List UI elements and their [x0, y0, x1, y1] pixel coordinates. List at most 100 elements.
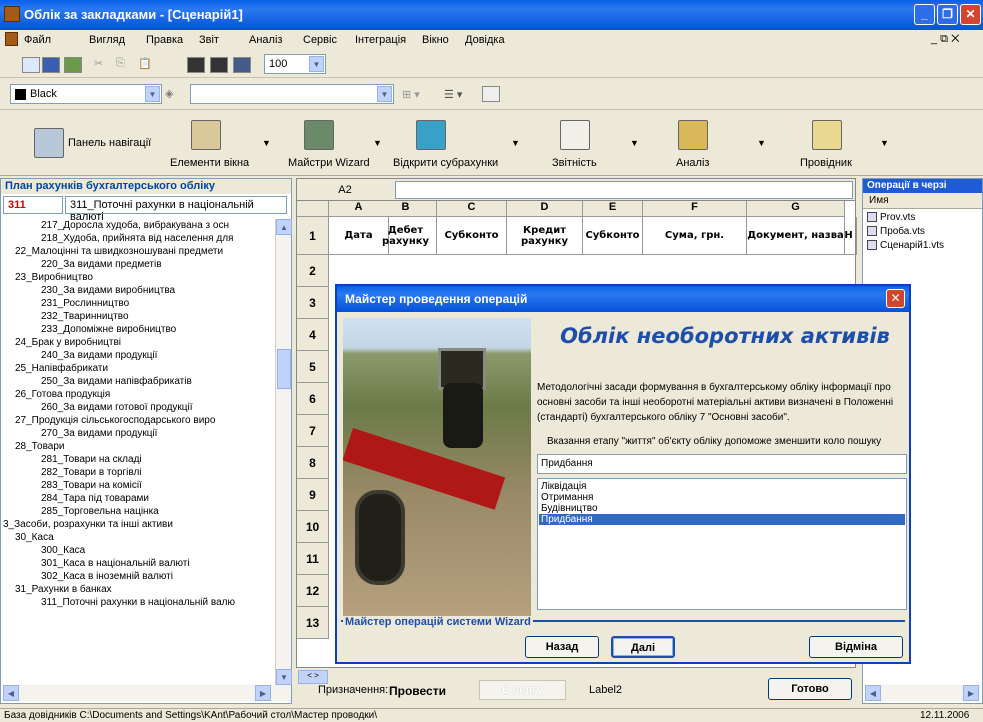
header-cell[interactable]: Н: [841, 217, 857, 255]
tree-node[interactable]: 302_Каса в іноземній валюті: [3, 570, 275, 583]
open-icon[interactable]: [64, 57, 82, 73]
row-header[interactable]: 9: [297, 479, 329, 511]
row-header[interactable]: 8: [297, 447, 329, 479]
queue-item[interactable]: Сценарій1.vts: [867, 239, 978, 253]
cancel-button[interactable]: Відміна: [809, 636, 903, 658]
tree-node[interactable]: 250_За видами напівфабрикатів: [3, 375, 275, 388]
font-combo[interactable]: ▼: [190, 84, 394, 104]
row-header[interactable]: 1: [297, 217, 329, 255]
tree-node[interactable]: 282_Товари в торгівлі: [3, 466, 275, 479]
window-elements-button[interactable]: Елементи вікна: [170, 157, 249, 169]
masters-icon[interactable]: [304, 120, 334, 150]
queue-button[interactable]: В чергу: [479, 680, 566, 700]
tree-node[interactable]: 22_Малоцінні та швидкозношувані предмети: [3, 245, 275, 258]
calculator-icon[interactable]: [233, 57, 251, 73]
header-cell[interactable]: Субконто: [437, 217, 507, 255]
close-icon[interactable]: ✕: [886, 289, 905, 308]
tree-node[interactable]: 26_Готова продукція: [3, 388, 275, 401]
header-cell[interactable]: Дебет рахунку: [375, 217, 437, 255]
tree-node[interactable]: 220_За видами предметів: [3, 258, 275, 271]
accounts-tree[interactable]: 217_Доросла худоба, вибракувана з осн 218…: [3, 219, 275, 685]
explorer-button[interactable]: Провідник: [800, 157, 852, 169]
column-header[interactable]: C: [437, 201, 507, 217]
chevron-down-icon[interactable]: ▼: [630, 138, 639, 148]
scroll-left-icon[interactable]: ◀: [3, 685, 19, 701]
stage-option[interactable]: Придбання: [539, 514, 905, 525]
subaccounts-button[interactable]: Відкрити субрахунки: [393, 157, 498, 169]
tree-node[interactable]: 270_За видами продукції: [3, 427, 275, 440]
tree-node[interactable]: 24_Брак у виробництві: [3, 336, 275, 349]
header-cell[interactable]: Кредит рахунку: [507, 217, 583, 255]
scroll-left-icon[interactable]: ◀: [865, 685, 881, 701]
stage-option[interactable]: Ліквідація: [539, 481, 905, 492]
menu-window[interactable]: Вікно: [422, 34, 449, 46]
scroll-up-icon[interactable]: ▲: [276, 219, 292, 235]
close-button[interactable]: ✕: [960, 4, 981, 25]
tree-node[interactable]: 311_Поточні рахунки в національній валю: [3, 596, 275, 609]
header-cell[interactable]: Сума, грн.: [643, 217, 747, 255]
stage-listbox[interactable]: Ліквідація Отримання Будівництво Придбання: [537, 478, 907, 610]
analysis-button[interactable]: Аналіз: [676, 157, 709, 169]
mdi-minimize-icon[interactable]: _ ⧉ ✕: [931, 33, 959, 46]
row-header[interactable]: 2: [297, 255, 329, 287]
tree-scrollbar[interactable]: ▲ ▼: [275, 219, 292, 685]
account-name-field[interactable]: 311_Поточні рахунки в національній валют…: [65, 196, 287, 223]
tree-node[interactable]: 23_Виробництво: [3, 271, 275, 284]
paste-icon[interactable]: 📋: [138, 57, 152, 70]
align-icon[interactable]: ☰ ▾: [444, 88, 462, 101]
tree-node[interactable]: 300_Каса: [3, 544, 275, 557]
chevron-down-icon[interactable]: ▼: [757, 138, 766, 148]
tree-node[interactable]: 233_Допоміжне виробництво: [3, 323, 275, 336]
done-button[interactable]: Готово: [768, 678, 852, 700]
reports-icon[interactable]: [560, 120, 590, 150]
reports-button[interactable]: Звітність: [552, 157, 597, 169]
menu-help[interactable]: Довідка: [465, 34, 505, 46]
zoom-combo[interactable]: 100 ▼: [264, 54, 326, 74]
tree-node[interactable]: 281_Товари на складі: [3, 453, 275, 466]
row-header[interactable]: 4: [297, 319, 329, 351]
menu-integration[interactable]: Інтеграція: [355, 34, 406, 46]
scroll-thumb[interactable]: [277, 349, 291, 389]
stage-option[interactable]: Будівництво: [539, 503, 905, 514]
cell-reference[interactable]: A2: [297, 179, 393, 201]
column-header[interactable]: D: [507, 201, 583, 217]
scroll-down-icon[interactable]: ▼: [276, 669, 292, 685]
menu-analysis[interactable]: Аналіз: [249, 34, 282, 46]
execute-button[interactable]: Провести: [389, 684, 446, 698]
menu-report[interactable]: Звіт: [199, 34, 219, 46]
tree-node[interactable]: 28_Товари: [3, 440, 275, 453]
menu-edit[interactable]: Правка: [146, 34, 183, 46]
header-cell[interactable]: Субконто: [583, 217, 643, 255]
queue-item[interactable]: Проба.vts: [867, 225, 978, 239]
minimize-button[interactable]: _: [914, 4, 935, 25]
new-icon[interactable]: [22, 57, 40, 73]
merge-icon[interactable]: [482, 86, 500, 102]
header-cell[interactable]: Документ, назва: [747, 217, 845, 255]
window-elements-icon[interactable]: [191, 120, 221, 150]
color-combo[interactable]: Black ▼: [10, 84, 162, 104]
sheet-nav-arrows[interactable]: < >: [298, 670, 328, 684]
column-header[interactable]: B: [375, 201, 437, 217]
tree-node[interactable]: 31_Рахунки в банках: [3, 583, 275, 596]
formula-input[interactable]: [395, 181, 853, 199]
analysis-icon[interactable]: [678, 120, 708, 150]
scroll-right-icon[interactable]: ▶: [255, 685, 271, 701]
chevron-down-icon[interactable]: ▼: [511, 138, 520, 148]
subaccounts-icon[interactable]: [416, 120, 446, 150]
menu-view[interactable]: Вигляд: [89, 34, 125, 46]
queue-item[interactable]: Prov.vts: [867, 211, 978, 225]
tree-node[interactable]: 232_Тваринництво: [3, 310, 275, 323]
grid-icon[interactable]: [187, 57, 205, 73]
fill-icon[interactable]: ◈: [165, 87, 173, 100]
tree-node[interactable]: 230_За видами виробництва: [3, 284, 275, 297]
borders-icon[interactable]: ⊞ ▾: [402, 88, 420, 101]
tree-node[interactable]: 218_Худоба, прийнята від населення для: [3, 232, 275, 245]
explorer-icon[interactable]: [812, 120, 842, 150]
tree-node[interactable]: 3_Засоби, розрахунки та інші активи: [3, 518, 275, 531]
column-header[interactable]: F: [643, 201, 747, 217]
tree-node[interactable]: 284_Тара під товарами: [3, 492, 275, 505]
tree-node[interactable]: 231_Рослинництво: [3, 297, 275, 310]
next-button[interactable]: Далі: [611, 636, 675, 658]
chevron-down-icon[interactable]: ▼: [309, 56, 324, 72]
row-header[interactable]: 3: [297, 287, 329, 319]
